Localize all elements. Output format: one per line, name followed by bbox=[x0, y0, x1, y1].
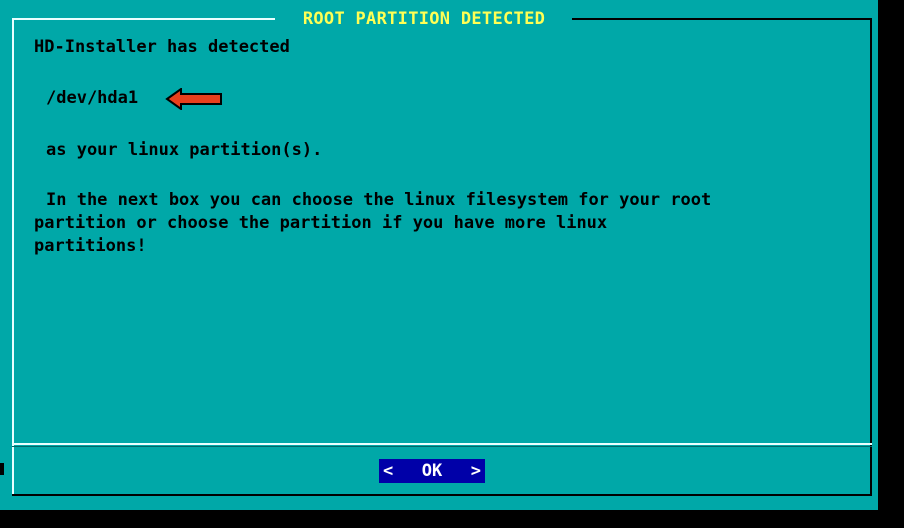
red-arrow-pointing-left-icon bbox=[165, 88, 222, 110]
dialog-shadow-right bbox=[878, 28, 904, 528]
frame-top-left bbox=[12, 18, 275, 20]
button-area-separator-shadow bbox=[12, 446, 872, 447]
frame-top-right bbox=[572, 18, 872, 20]
edge-mark bbox=[0, 463, 4, 475]
device-path: /dev/hda1 bbox=[46, 88, 139, 108]
dialog-shadow-bottom bbox=[28, 510, 904, 528]
ok-button[interactable]: < OK > bbox=[379, 459, 485, 483]
frame-right bbox=[870, 18, 872, 496]
root-partition-dialog: ROOT PARTITION DETECTED HD-Installer has… bbox=[0, 0, 878, 510]
dialog-title: ROOT PARTITION DETECTED bbox=[276, 7, 572, 31]
detected-text: HD-Installer has detected bbox=[34, 37, 290, 57]
as-partition-text: as your linux partition(s). bbox=[46, 140, 323, 160]
frame-left bbox=[12, 18, 14, 496]
next-box-text-line-2: partition or choose the partition if you… bbox=[34, 213, 608, 233]
next-box-text-line-3: partitions! bbox=[34, 236, 147, 256]
ok-button-label: OK bbox=[421, 461, 443, 481]
next-box-text-line-1: In the next box you can choose the linux… bbox=[46, 190, 712, 210]
frame-bottom bbox=[12, 494, 872, 496]
button-area-separator bbox=[12, 443, 872, 445]
ok-right-bracket: > bbox=[470, 461, 481, 481]
ok-left-bracket: < bbox=[383, 461, 394, 481]
